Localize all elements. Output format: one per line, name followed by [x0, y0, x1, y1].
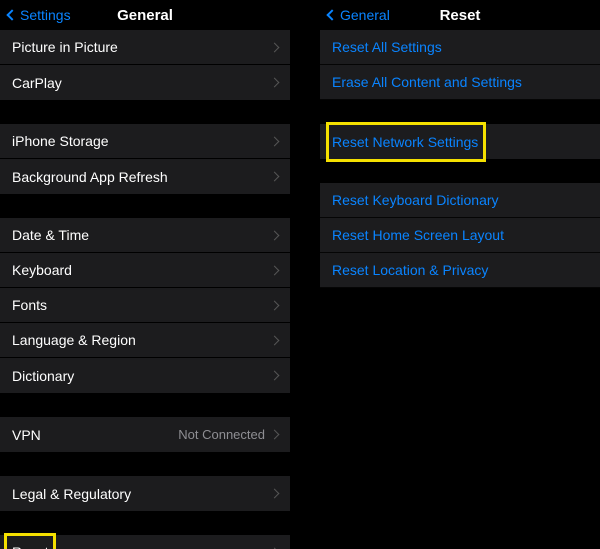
page-title: Reset	[440, 7, 481, 24]
chevron-right-icon	[270, 78, 280, 88]
general-settings-screen: Settings General Picture in Picture CarP…	[0, 0, 290, 549]
row-label: Legal & Regulatory	[12, 486, 271, 502]
navbar: General Reset	[320, 0, 600, 30]
chevron-left-icon	[326, 9, 337, 20]
row-label: Reset Network Settings	[332, 134, 588, 150]
chevron-right-icon	[270, 371, 280, 381]
row-label: Reset Location & Privacy	[332, 262, 588, 278]
row-label: Fonts	[12, 297, 271, 313]
row-erase-all-content[interactable]: Erase All Content and Settings	[320, 65, 600, 100]
group-storage: iPhone Storage Background App Refresh	[0, 124, 290, 194]
chevron-right-icon	[270, 265, 280, 275]
row-reset-all-settings[interactable]: Reset All Settings	[320, 30, 600, 65]
chevron-right-icon	[270, 136, 280, 146]
row-carplay[interactable]: CarPlay	[0, 65, 290, 100]
row-background-app-refresh[interactable]: Background App Refresh	[0, 159, 290, 194]
chevron-right-icon	[270, 300, 280, 310]
row-label: Dictionary	[12, 368, 271, 384]
row-value: Not Connected	[178, 427, 265, 442]
row-fonts[interactable]: Fonts	[0, 288, 290, 323]
row-language-region[interactable]: Language & Region	[0, 323, 290, 358]
row-iphone-storage[interactable]: iPhone Storage	[0, 124, 290, 159]
row-reset[interactable]: Reset	[0, 535, 290, 549]
row-label: Background App Refresh	[12, 169, 271, 185]
group-reset-other: Reset Keyboard Dictionary Reset Home Scr…	[320, 183, 600, 288]
group-language: Date & Time Keyboard Fonts Language & Re…	[0, 218, 290, 393]
chevron-right-icon	[270, 172, 280, 182]
row-label: Erase All Content and Settings	[332, 74, 588, 90]
back-label: Settings	[20, 7, 71, 23]
reset-screen: General Reset Reset All Settings Erase A…	[320, 0, 600, 549]
navbar: Settings General	[0, 0, 290, 30]
group-reset: Reset Shut Down	[0, 535, 290, 549]
chevron-right-icon	[270, 42, 280, 52]
row-label: Reset	[12, 544, 271, 549]
row-label: Reset Keyboard Dictionary	[332, 192, 588, 208]
group-reset-all: Reset All Settings Erase All Content and…	[320, 30, 600, 100]
back-label: General	[340, 7, 390, 23]
group-network: Reset Network Settings	[320, 124, 600, 159]
row-label: Picture in Picture	[12, 39, 271, 55]
chevron-right-icon	[270, 489, 280, 499]
back-button[interactable]: Settings	[8, 7, 71, 23]
row-legal-regulatory[interactable]: Legal & Regulatory	[0, 476, 290, 511]
row-keyboard[interactable]: Keyboard	[0, 253, 290, 288]
row-label: Reset All Settings	[332, 39, 588, 55]
group-vpn: VPN Not Connected	[0, 417, 290, 452]
row-date-time[interactable]: Date & Time	[0, 218, 290, 253]
chevron-left-icon	[6, 9, 17, 20]
page-title: General	[117, 7, 173, 24]
row-label: iPhone Storage	[12, 133, 271, 149]
chevron-right-icon	[270, 430, 280, 440]
row-reset-location-privacy[interactable]: Reset Location & Privacy	[320, 253, 600, 288]
group-media: Picture in Picture CarPlay	[0, 30, 290, 100]
row-label: Date & Time	[12, 227, 271, 243]
row-vpn[interactable]: VPN Not Connected	[0, 417, 290, 452]
row-reset-home-screen-layout[interactable]: Reset Home Screen Layout	[320, 218, 600, 253]
row-dictionary[interactable]: Dictionary	[0, 358, 290, 393]
row-reset-keyboard-dictionary[interactable]: Reset Keyboard Dictionary	[320, 183, 600, 218]
row-reset-network-settings[interactable]: Reset Network Settings	[320, 124, 600, 159]
row-label: VPN	[12, 427, 178, 443]
row-label: Language & Region	[12, 332, 271, 348]
row-label: Keyboard	[12, 262, 271, 278]
chevron-right-icon	[270, 335, 280, 345]
row-label: Reset Home Screen Layout	[332, 227, 588, 243]
chevron-right-icon	[270, 230, 280, 240]
row-label: CarPlay	[12, 75, 271, 91]
back-button[interactable]: General	[328, 7, 390, 23]
group-legal: Legal & Regulatory	[0, 476, 290, 511]
row-picture-in-picture[interactable]: Picture in Picture	[0, 30, 290, 65]
